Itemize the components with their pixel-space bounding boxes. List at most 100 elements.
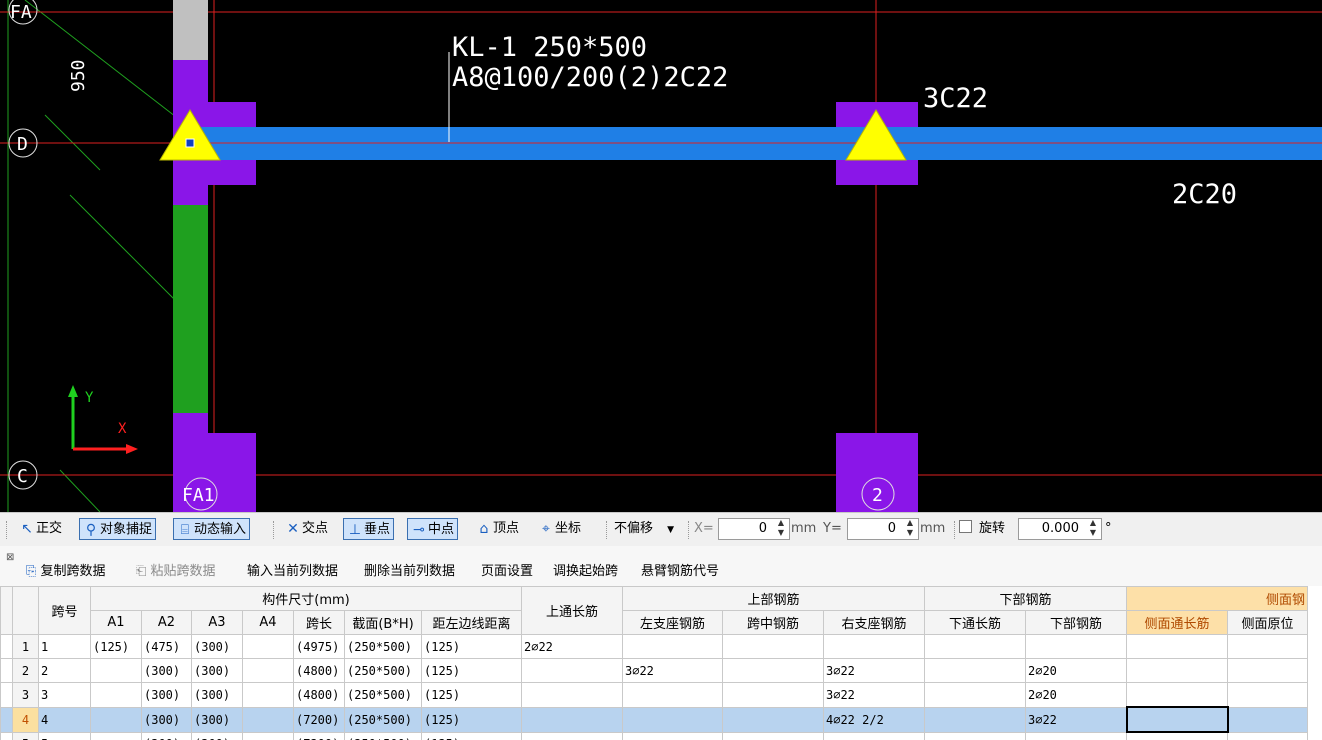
col-span-no[interactable]: 跨号 xyxy=(38,586,91,635)
cell-a1[interactable] xyxy=(90,706,142,733)
coordinate-snap[interactable]: ⌖ 坐标 xyxy=(535,518,584,540)
cell-bottom[interactable]: 2⌀20 xyxy=(1025,682,1127,708)
cell-right-support[interactable]: 3⌀22 xyxy=(823,658,925,683)
cell-right-support[interactable] xyxy=(823,731,925,740)
offset-dropdown[interactable]: 不偏移 ▼ xyxy=(612,518,677,540)
table-row[interactable]: 2 2 (300) (300) (4800) (250*500) (125) 3… xyxy=(0,658,1308,683)
cell-a3[interactable]: (300) xyxy=(191,706,243,733)
cell-right-support[interactable]: 4⌀22 2/2 xyxy=(823,706,925,733)
cell-top-through[interactable]: 2⌀22 xyxy=(521,634,623,659)
cell-a4[interactable] xyxy=(242,634,294,659)
cell-span[interactable]: 5 xyxy=(38,731,91,740)
cell-a1[interactable] xyxy=(90,682,142,708)
cell-side-through[interactable] xyxy=(1126,658,1228,683)
cell-bottom-through[interactable] xyxy=(924,706,1026,733)
cell-span-length[interactable]: (7200) xyxy=(293,706,345,733)
cell-right-support[interactable] xyxy=(823,634,925,659)
cell-side-original[interactable] xyxy=(1227,731,1308,740)
table-row[interactable]: 3 3 (300) (300) (4800) (250*500) (125) 3… xyxy=(0,682,1308,708)
cell-bottom-through[interactable] xyxy=(924,682,1026,708)
cell-a3[interactable]: (300) xyxy=(191,658,243,683)
cell-a3[interactable]: (300) xyxy=(191,634,243,659)
col-a2[interactable]: A2 xyxy=(141,610,192,635)
vertex-snap[interactable]: ⌂ 顶点 xyxy=(473,518,522,540)
cell-left-support[interactable] xyxy=(622,706,723,733)
cell-section[interactable]: (250*500) xyxy=(344,634,422,659)
swap-start-span-button[interactable]: 调换起始跨 xyxy=(553,560,618,579)
cell-side-through[interactable] xyxy=(1126,682,1228,708)
cell-span[interactable]: 3 xyxy=(38,682,91,708)
copy-span-button[interactable]: ⎘ 复制跨数据 xyxy=(26,560,106,579)
cell-section[interactable]: (250*500) xyxy=(344,706,422,733)
cell-side-original[interactable] xyxy=(1227,706,1308,733)
cell-left-support[interactable] xyxy=(622,731,723,740)
col-bottom-through[interactable]: 下通长筋 xyxy=(924,610,1026,635)
cell-mid[interactable] xyxy=(722,658,824,683)
cell-section[interactable]: (250*500) xyxy=(344,658,422,683)
cell-a4[interactable] xyxy=(242,682,294,708)
col-a3[interactable]: A3 xyxy=(191,610,243,635)
cell-a2[interactable]: (475) xyxy=(141,634,192,659)
cell-mid[interactable] xyxy=(722,634,824,659)
col-bottom-rebar[interactable]: 下部钢筋 xyxy=(1025,610,1127,635)
cell-top-through[interactable] xyxy=(521,706,623,733)
page-setup-button[interactable]: 页面设置 xyxy=(481,560,533,579)
cell-side-through-active[interactable] xyxy=(1125,706,1229,733)
cell-mid[interactable] xyxy=(722,731,824,740)
row-number[interactable]: 4 xyxy=(12,706,39,733)
midpoint-snap[interactable]: ⊸ 中点 xyxy=(407,518,459,540)
cell-bottom[interactable] xyxy=(1025,731,1127,740)
y-spinner[interactable]: ▲ ▼ xyxy=(904,518,916,540)
cell-edge[interactable]: (125) xyxy=(421,634,522,659)
cell-a4[interactable] xyxy=(242,658,294,683)
cell-a1[interactable]: (125) xyxy=(90,634,142,659)
cell-side-original[interactable] xyxy=(1227,634,1308,659)
cell-left-support[interactable]: 3⌀22 xyxy=(622,658,723,683)
cell-a4[interactable] xyxy=(242,731,294,740)
paste-span-button[interactable]: ⎗ 粘贴跨数据 xyxy=(136,560,216,579)
cell-a2[interactable]: (300) xyxy=(141,682,192,708)
cell-top-through[interactable] xyxy=(521,658,623,683)
cell-mid[interactable] xyxy=(722,706,824,733)
cell-span[interactable]: 1 xyxy=(38,634,91,659)
cell-bottom[interactable] xyxy=(1025,634,1127,659)
col-section[interactable]: 截面(B*H) xyxy=(344,610,422,635)
table-row[interactable]: 1 1 (125) (475) (300) (4975) (250*500) (… xyxy=(0,634,1308,659)
row-number[interactable]: 5 xyxy=(12,731,39,740)
cell-section[interactable]: (250*500) xyxy=(344,731,422,740)
col-a4[interactable]: A4 xyxy=(242,610,294,635)
cell-right-support[interactable]: 3⌀22 xyxy=(823,682,925,708)
cell-side-original[interactable] xyxy=(1227,682,1308,708)
table-row-selected[interactable]: 4 4 (300) (300) (7200) (250*500) (125) 4… xyxy=(0,706,1308,733)
cell-span-length[interactable]: (7200) xyxy=(293,731,345,740)
cell-span-length[interactable]: (4800) xyxy=(293,682,345,708)
col-span-length[interactable]: 跨长 xyxy=(293,610,345,635)
cell-a2[interactable]: (300) xyxy=(141,731,192,740)
cell-top-through[interactable] xyxy=(521,682,623,708)
object-snap-toggle[interactable]: ⚲ 对象捕捉 xyxy=(79,518,157,540)
cell-edge[interactable]: (125) xyxy=(421,706,522,733)
cantilever-code-button[interactable]: 悬臂钢筋代号 xyxy=(641,560,719,579)
cell-a4[interactable] xyxy=(242,706,294,733)
row-number[interactable]: 1 xyxy=(12,634,39,659)
cell-top-through[interactable] xyxy=(521,731,623,740)
cell-a2[interactable]: (300) xyxy=(141,658,192,683)
cell-a3[interactable]: (300) xyxy=(191,731,243,740)
cell-span[interactable]: 2 xyxy=(38,658,91,683)
cell-bottom[interactable]: 2⌀20 xyxy=(1025,658,1127,683)
col-left-support[interactable]: 左支座钢筋 xyxy=(622,610,723,635)
cell-edge[interactable]: (125) xyxy=(421,731,522,740)
input-column-button[interactable]: 输入当前列数据 xyxy=(247,560,338,579)
cell-span[interactable]: 4 xyxy=(38,706,91,733)
cad-canvas[interactable]: FA D C FA1 2 950 KL-1 250*500 A8@100/200… xyxy=(0,0,1322,512)
cell-left-support[interactable] xyxy=(622,634,723,659)
col-mid-span[interactable]: 跨中钢筋 xyxy=(722,610,824,635)
rotate-checkbox[interactable]: 旋转 xyxy=(957,518,1008,540)
cell-a3[interactable]: (300) xyxy=(191,682,243,708)
cell-a1[interactable] xyxy=(90,658,142,683)
col-a1[interactable]: A1 xyxy=(90,610,142,635)
x-spinner[interactable]: ▲ ▼ xyxy=(775,518,787,540)
cell-a2[interactable]: (300) xyxy=(141,706,192,733)
cell-side-through[interactable] xyxy=(1126,634,1228,659)
cell-bottom[interactable]: 3⌀22 xyxy=(1025,706,1127,733)
